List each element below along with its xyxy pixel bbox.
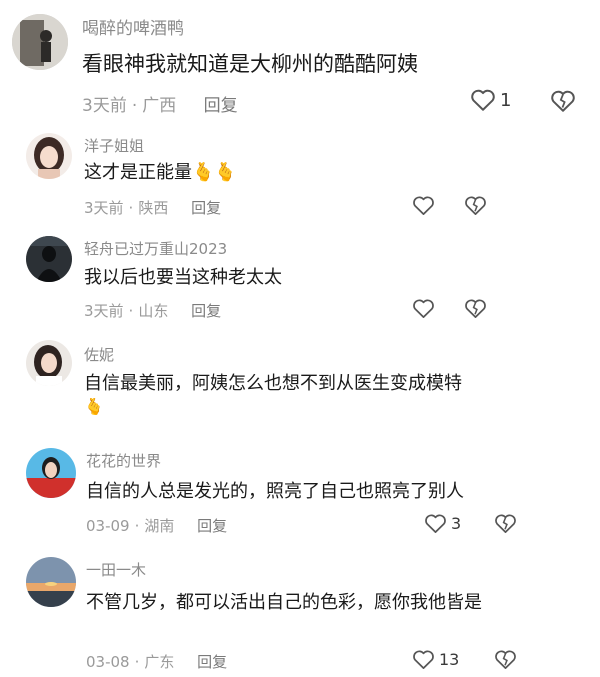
avatar[interactable] [26,340,72,386]
comment-text: 我以后也要当这种老太太 [84,267,282,288]
comment-time: 3天前 [82,96,127,116]
dislike-button[interactable] [494,649,517,670]
emoji: 🫰 [84,397,104,416]
comment-meta: 3天前 · 山东 回复 [84,300,221,321]
comment-time: 03-08 [86,653,130,671]
like-count: 1 [500,89,512,111]
like-button[interactable] [412,195,439,216]
comment-location: 广东 [144,653,175,671]
dislike-button[interactable] [494,513,517,534]
comment-meta: 03-09 · 湖南 回复 [86,515,227,536]
comment-text: 不管几岁，都可以活出自己的色彩，愿你我他皆是 [86,592,482,613]
comment-text: 这才是正能量🫰🫰 [84,161,237,185]
avatar[interactable] [26,448,76,498]
avatar[interactable] [12,14,68,70]
comment-text: 看眼神我就知道是大柳州的酷酷阿姨 [82,52,418,76]
broken-heart-icon [465,196,486,215]
reply-button[interactable]: 回复 [197,653,227,671]
broken-heart-icon [495,514,516,533]
username[interactable]: 佐妮 [84,344,114,365]
avatar[interactable] [26,557,76,607]
heart-outline-icon [413,196,434,215]
username[interactable]: 花花的世界 [86,450,161,471]
reply-button[interactable]: 回复 [191,302,221,320]
comment-item: 洋子姐姐 这才是正能量🫰🫰 3天前 · 陕西 回复 [0,125,600,225]
like-button[interactable] [412,298,439,319]
avatar[interactable] [26,236,72,282]
comment-item: 花花的世界 自信的人总是发光的，照亮了自己也照亮了别人 03-09 · 湖南 回复 … [0,440,600,540]
like-count: 3 [451,514,462,533]
comment-meta: 3天前 · 陕西 回复 [84,197,221,218]
broken-heart-icon [495,650,516,669]
dislike-button[interactable] [464,298,487,319]
comment-text: 自信最美丽，阿姨怎么也想不到从医生变成模特 [84,373,462,394]
username[interactable]: 一田一木 [86,559,146,580]
comment-meta: 3天前 · 广西 回复 [82,91,238,116]
broken-heart-icon [465,299,486,318]
comment-location: 山东 [138,302,169,320]
comment-item: 佐妮 自信最美丽，阿姨怎么也想不到从医生变成模特 🫰 [0,332,600,432]
comment-text: 自信的人总是发光的，照亮了自己也照亮了别人 [86,481,464,502]
comment-location: 湖南 [144,517,175,535]
username[interactable]: 洋子姐姐 [84,135,144,156]
like-button[interactable]: 1 [470,88,511,112]
meta-separator: · [128,199,134,217]
username[interactable]: 喝醉的啤酒鸭 [82,14,184,39]
comment-meta: 03-08 · 广东 回复 [86,651,227,672]
comment-item: 一田一木 不管几岁，都可以活出自己的色彩，愿你我他皆是 03-08 · 广东 回复 … [0,555,600,677]
heart-outline-icon [471,89,495,111]
meta-separator: · [128,302,134,320]
like-button[interactable]: 3 [424,513,461,534]
comment-time: 03-09 [86,517,130,535]
comment-time: 3天前 [84,199,124,217]
reply-button[interactable]: 回复 [191,199,221,217]
like-button[interactable]: 13 [412,649,459,670]
reply-button[interactable]: 回复 [197,517,227,535]
meta-separator: · [134,653,140,671]
dislike-button[interactable] [550,89,576,113]
heart-outline-icon [425,514,446,533]
comment-time: 3天前 [84,302,124,320]
heart-outline-icon [413,299,434,318]
comment-location: 广西 [142,96,177,116]
reply-button[interactable]: 回复 [204,96,238,116]
comment-item: 轻舟已过万重山2023 我以后也要当这种老太太 3天前 · 山东 回复 [0,228,600,328]
like-count: 13 [439,650,460,669]
avatar[interactable] [26,133,72,179]
meta-separator: · [134,517,140,535]
comment-location: 陕西 [138,199,169,217]
meta-separator: · [131,96,138,116]
comment-item: 喝醉的啤酒鸭 看眼神我就知道是大柳州的酷酷阿姨 3天前 · 广西 回复 1 [0,0,600,125]
heart-outline-icon [413,650,434,669]
comment-text-content: 这才是正能量 [84,162,192,183]
broken-heart-icon [551,90,575,112]
dislike-button[interactable] [464,195,487,216]
username[interactable]: 轻舟已过万重山2023 [84,238,227,259]
emoji: 🫰🫰 [192,162,237,183]
